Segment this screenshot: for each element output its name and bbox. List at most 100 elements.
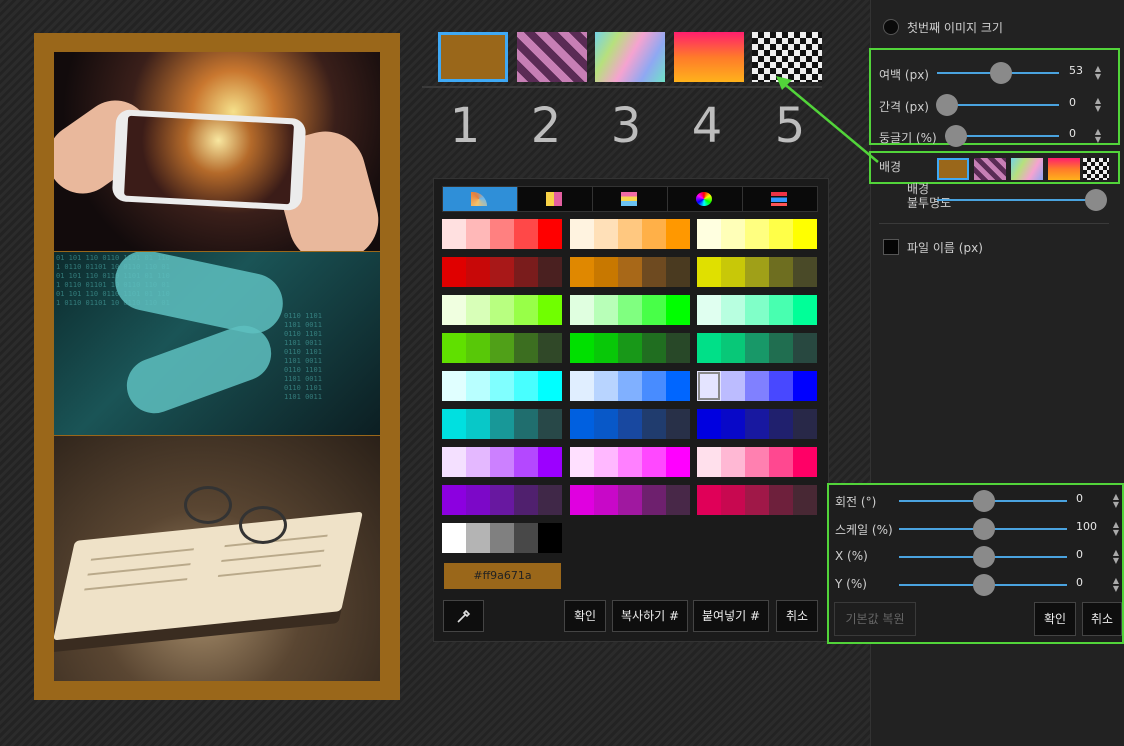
roundness-value[interactable]: 0 (1069, 127, 1076, 140)
rotation-value[interactable]: 0 (1076, 492, 1083, 505)
palette-color-cell[interactable] (466, 219, 490, 249)
palette-color-cell[interactable] (514, 409, 538, 439)
palette-color-cell[interactable] (594, 409, 618, 439)
palette-color-cell[interactable] (697, 295, 721, 325)
tab-color-bars[interactable] (592, 186, 668, 212)
photo-book-glasses[interactable] (54, 436, 380, 681)
palette-color-cell[interactable] (570, 257, 594, 287)
picker-cancel-button[interactable]: 취소 (776, 600, 818, 632)
palette-color-cell[interactable] (570, 447, 594, 477)
palette-color-cell[interactable] (793, 371, 817, 401)
palette-color-cell[interactable] (769, 219, 793, 249)
margin-spinner-icon[interactable]: ▲ ▼ (1093, 65, 1103, 81)
reset-defaults-button[interactable]: 기본값 복원 (834, 602, 916, 636)
palette-color-cell[interactable] (594, 257, 618, 287)
palette-color-cell[interactable] (666, 409, 690, 439)
scale-value[interactable]: 100 (1076, 520, 1097, 533)
palette-color-cell[interactable] (594, 371, 618, 401)
palette-color-cell[interactable] (666, 295, 690, 325)
bg-mini-gradient[interactable] (1048, 158, 1080, 180)
palette-color-cell[interactable] (745, 447, 769, 477)
palette-color-cell[interactable] (642, 219, 666, 249)
palette-color-cell[interactable] (745, 295, 769, 325)
eyedropper-button[interactable] (443, 600, 484, 632)
palette-color-cell[interactable] (514, 257, 538, 287)
palette-color-cell[interactable] (570, 371, 594, 401)
palette-color-cell[interactable] (514, 295, 538, 325)
palette-color-cell[interactable] (570, 485, 594, 515)
palette-color-cell[interactable] (594, 333, 618, 363)
palette-color-cell[interactable] (538, 257, 562, 287)
palette-color-cell[interactable] (466, 409, 490, 439)
palette-color-cell[interactable] (490, 333, 514, 363)
palette-color-cell[interactable] (769, 333, 793, 363)
palette-color-cell[interactable] (466, 371, 490, 401)
roundness-slider-knob[interactable] (945, 125, 967, 147)
palette-color-cell[interactable] (570, 219, 594, 249)
photo-binary-hands[interactable]: 01 101 110 0110 1101 01 110 1 0110 01101… (54, 252, 380, 435)
palette-color-cell[interactable] (538, 523, 562, 553)
palette-color-cell[interactable] (721, 333, 745, 363)
palette-color-cell[interactable] (642, 333, 666, 363)
palette-color-cell[interactable] (721, 447, 745, 477)
palette-color-cell[interactable] (642, 257, 666, 287)
palette-color-cell[interactable] (466, 333, 490, 363)
palette-color-cell[interactable] (570, 333, 594, 363)
palette-color-cell[interactable] (697, 371, 721, 401)
palette-color-cell[interactable] (618, 333, 642, 363)
scale-spinner-icon[interactable]: ▲ ▼ (1111, 521, 1121, 537)
palette-color-cell[interactable] (745, 219, 769, 249)
swatch-gradient[interactable] (674, 32, 744, 82)
palette-color-cell[interactable] (666, 219, 690, 249)
palette-color-cell[interactable] (618, 295, 642, 325)
palette-color-cell[interactable] (594, 295, 618, 325)
palette-color-cell[interactable] (442, 333, 466, 363)
filename-checkbox[interactable] (883, 239, 899, 255)
tab-sliders[interactable] (742, 186, 818, 212)
tab-color-wheel[interactable] (667, 186, 743, 212)
palette-color-cell[interactable] (490, 257, 514, 287)
palette-color-cell[interactable] (442, 485, 466, 515)
palette-color-cell[interactable] (490, 485, 514, 515)
palette-color-cell[interactable] (514, 333, 538, 363)
bg-mini-holographic[interactable] (1011, 158, 1043, 180)
photo-concert[interactable] (54, 52, 380, 251)
y-value[interactable]: 0 (1076, 576, 1083, 589)
palette-color-cell[interactable] (721, 371, 745, 401)
bg-opacity-slider-knob[interactable] (1085, 189, 1107, 211)
bg-mini-solid[interactable] (937, 158, 969, 180)
palette-color-cell[interactable] (466, 523, 490, 553)
palette-color-cell[interactable] (514, 219, 538, 249)
palette-color-cell[interactable] (642, 447, 666, 477)
palette-color-cell[interactable] (490, 371, 514, 401)
palette-color-cell[interactable] (666, 371, 690, 401)
palette-color-cell[interactable] (745, 409, 769, 439)
palette-color-cell[interactable] (538, 447, 562, 477)
palette-color-cell[interactable] (618, 219, 642, 249)
palette-color-cell[interactable] (745, 371, 769, 401)
palette-color-cell[interactable] (745, 333, 769, 363)
radio-first-image-size[interactable] (883, 19, 899, 35)
hex-color-field[interactable]: #ff9a671a (444, 563, 561, 589)
palette-color-cell[interactable] (538, 409, 562, 439)
x-value[interactable]: 0 (1076, 548, 1083, 561)
palette-color-cell[interactable] (490, 523, 514, 553)
palette-color-cell[interactable] (442, 219, 466, 249)
palette-color-cell[interactable] (442, 295, 466, 325)
palette-color-cell[interactable] (442, 257, 466, 287)
palette-color-cell[interactable] (514, 447, 538, 477)
palette-color-cell[interactable] (490, 219, 514, 249)
gap-spinner-icon[interactable]: ▲ ▼ (1093, 97, 1103, 113)
roundness-spinner-icon[interactable]: ▲ ▼ (1093, 128, 1103, 144)
palette-color-cell[interactable] (666, 257, 690, 287)
palette-color-cell[interactable] (721, 409, 745, 439)
palette-color-cell[interactable] (570, 295, 594, 325)
palette-color-cell[interactable] (697, 257, 721, 287)
palette-color-cell[interactable] (721, 257, 745, 287)
palette-color-cell[interactable] (618, 447, 642, 477)
palette-color-cell[interactable] (697, 333, 721, 363)
bg-mini-checker[interactable] (1083, 158, 1109, 180)
palette-color-cell[interactable] (514, 523, 538, 553)
tab-palette[interactable] (517, 186, 593, 212)
swatch-chevron-pattern[interactable] (517, 32, 587, 82)
